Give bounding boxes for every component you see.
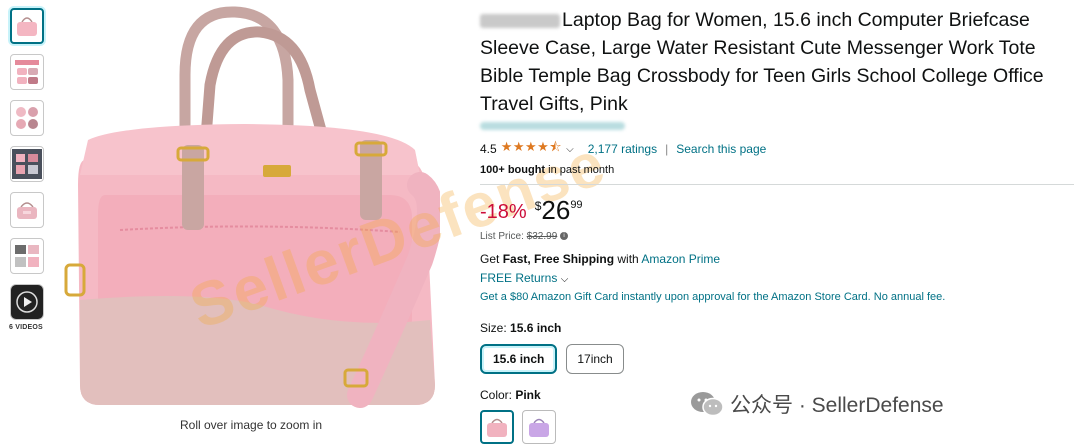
- color-label: Color: Pink: [480, 388, 1070, 402]
- free-returns-link[interactable]: FREE Returns ⌵: [480, 271, 1070, 285]
- size-label-prefix: Size:: [480, 321, 511, 335]
- size-selected-value: 15.6 inch: [510, 321, 562, 335]
- size-label: Size: 15.6 inch: [480, 321, 1070, 335]
- bought-suffix: in past month: [545, 164, 615, 176]
- search-this-page-link[interactable]: Search this page: [676, 142, 766, 156]
- chevron-down-icon: ⌵: [560, 274, 569, 285]
- pink-bag-swatch-icon: [487, 418, 507, 437]
- star-rating-icon[interactable]: ★★★★⯪: [501, 138, 562, 160]
- color-selected-value: Pink: [515, 388, 541, 402]
- shipping-bold: Fast, Free Shipping: [502, 252, 615, 266]
- bag-features-icon: [15, 60, 39, 84]
- thumb-bag-compartments[interactable]: [10, 238, 44, 274]
- price-fraction: 99: [570, 199, 583, 211]
- thumb-bag-lifestyle[interactable]: [10, 192, 44, 228]
- bag-dimensions-icon: [12, 149, 42, 179]
- thumb-video[interactable]: [10, 284, 44, 320]
- free-returns-label: FREE Returns: [480, 271, 558, 285]
- ratings-count-link[interactable]: 2,177 ratings: [588, 142, 657, 156]
- product-title: Laptop Bag for Women, 15.6 inch Computer…: [480, 6, 1070, 118]
- product-info-panel: Laptop Bag for Women, 15.6 inch Computer…: [480, 6, 1074, 444]
- rating-value: 4.5: [480, 142, 497, 156]
- bought-in-past-month: 100+ bought in past month: [480, 164, 1070, 176]
- amazon-prime-link[interactable]: Amazon Prime: [641, 252, 720, 266]
- thumb-pink-bag-front[interactable]: [10, 8, 44, 44]
- size-option-15-6-inch[interactable]: 15.6 inch: [480, 344, 558, 374]
- thumb-bag-details[interactable]: [10, 100, 44, 136]
- price-block: -18% $ 26 99: [480, 195, 1070, 225]
- size-option-17-inch[interactable]: 17inch: [566, 344, 624, 374]
- rating-separator: |: [665, 142, 669, 156]
- play-video-icon: [16, 291, 38, 313]
- shipping-info: Get Fast, Free Shipping with Amazon Prim…: [480, 252, 1070, 266]
- thumb-bag-dimensions[interactable]: [10, 146, 44, 182]
- discount-percent: -18%: [480, 201, 527, 223]
- divider: [480, 184, 1074, 185]
- list-price-value: $32.99: [526, 231, 558, 242]
- chevron-down-icon[interactable]: ⌵: [566, 144, 574, 155]
- color-swatch-purple[interactable]: [522, 410, 556, 444]
- thumbnail-strip: 6 VIDEOS: [9, 8, 50, 331]
- price-whole: 26: [541, 195, 571, 225]
- bag-details-icon: [16, 107, 38, 129]
- blurred-brand-name: [480, 13, 560, 28]
- blurred-store-link[interactable]: [480, 122, 625, 130]
- thumb-bag-features[interactable]: [10, 54, 44, 90]
- rating-row: 4.5 ★★★★⯪ ⌵ 2,177 ratings | Search this …: [480, 138, 1070, 160]
- info-icon[interactable]: i: [560, 232, 569, 241]
- list-price-label: List Price:: [480, 231, 527, 242]
- videos-count-label: 6 VIDEOS: [9, 324, 43, 331]
- purple-bag-swatch-icon: [529, 418, 549, 437]
- bag-thumbnail-icon: [17, 17, 37, 36]
- bag-lifestyle-icon: [17, 202, 37, 219]
- color-options: [480, 410, 1070, 444]
- shipping-prefix: Get: [480, 252, 503, 266]
- color-label-prefix: Color:: [480, 388, 516, 402]
- zoom-hint: Roll over image to zoom in: [180, 418, 323, 432]
- gift-card-offer-link[interactable]: Get a $80 Amazon Gift Card instantly upo…: [480, 291, 1070, 303]
- product-title-text: Laptop Bag for Women, 15.6 inch Computer…: [480, 9, 1044, 115]
- bag-compartments-icon: [15, 245, 39, 267]
- bought-count: 100+ bought: [480, 164, 546, 176]
- color-swatch-pink[interactable]: [480, 410, 514, 444]
- shipping-with: with: [614, 252, 642, 266]
- price-currency: $: [534, 199, 542, 213]
- main-product-image[interactable]: [60, 0, 440, 415]
- size-options: 15.6 inch 17inch: [480, 344, 1070, 374]
- list-price: List Price: $32.99 i: [480, 231, 1070, 242]
